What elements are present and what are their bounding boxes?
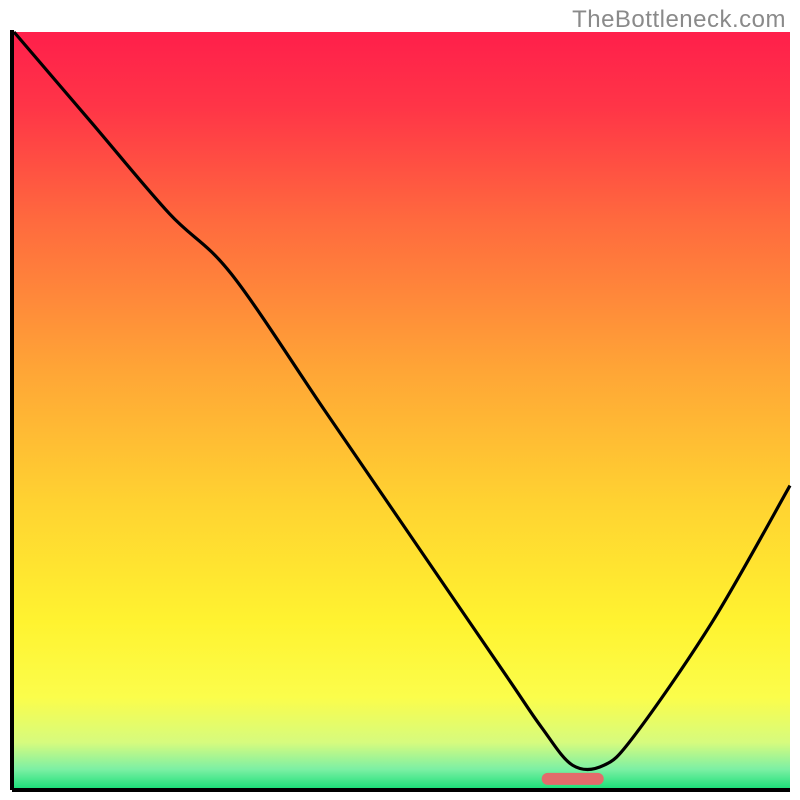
optimal-zone-marker (542, 773, 604, 785)
bottleneck-chart (0, 0, 800, 800)
chart-background (14, 32, 790, 788)
watermark-text: TheBottleneck.com (572, 6, 786, 34)
chart-frame: TheBottleneck.com (0, 0, 800, 800)
